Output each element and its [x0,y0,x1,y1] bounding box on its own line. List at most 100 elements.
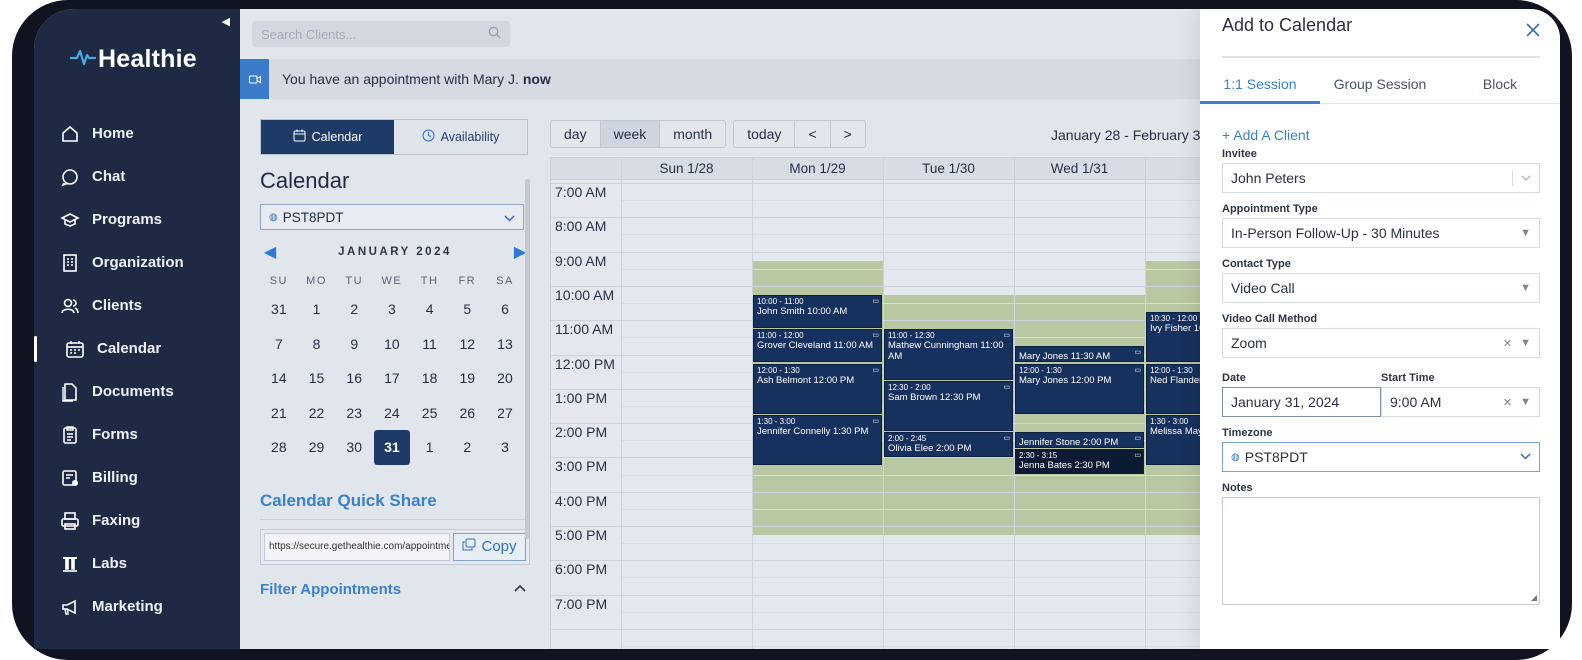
mini-calendar-day[interactable]: 7 [260,327,298,362]
appointment-event[interactable]: Jennifer Stone 2:00 PM ▭ [1015,432,1144,449]
prev-month-icon[interactable]: ◀ [260,242,280,262]
appointment-event[interactable]: Mary Jones 11:30 AM ▭ [1015,346,1144,363]
mini-calendar-day[interactable]: 5 [448,292,486,327]
mini-calendar-day[interactable]: 17 [373,361,411,396]
appointment-event[interactable]: 10:00 - 11:00 John Smith 10:00 AM ▭ [753,294,882,329]
mini-calendar-day[interactable]: 25 [411,396,449,431]
appointment-event[interactable]: 2:30 - 3:15 Jenna Bates 2:30 PM ▭ [1015,449,1144,474]
mini-calendar-day[interactable]: 19 [448,361,486,396]
search-input[interactable] [261,26,488,42]
appointment-event[interactable]: 2:00 - 2:45 Olivia Elee 2:00 PM ▭ [884,432,1013,457]
mini-calendar-day[interactable]: 1 [298,292,336,327]
mini-calendar-day[interactable]: 3 [486,430,524,465]
mini-calendar-day[interactable]: 27 [486,396,524,431]
calendar-side-panel: Calendar Availability Calendar ◍ PST8PDT [260,119,530,649]
sidebar-item-forms[interactable]: Forms [34,413,240,456]
sidebar-item-programs[interactable]: Programs [34,198,240,241]
start-time-select[interactable]: 9:00 AM ✕ ▼ [1381,387,1540,417]
mini-calendar-day[interactable]: 29 [298,430,336,465]
view-month-button[interactable]: month [660,121,725,147]
add-client-link[interactable]: + Add A Client [1222,127,1540,143]
resize-handle-icon[interactable]: ◢ [1531,593,1537,602]
view-day-button[interactable]: day [551,121,601,147]
search-icon[interactable] [488,26,501,42]
mini-calendar-day[interactable]: 30 [335,430,373,465]
mini-calendar-day[interactable]: 21 [260,396,298,431]
date-input[interactable]: January 31, 2024 [1222,387,1381,417]
modal-timezone-select[interactable]: ◍ PST8PDT [1222,442,1540,472]
filter-appointments-toggle[interactable]: Filter Appointments [260,581,530,598]
sidebar-item-calendar[interactable]: Calendar [34,327,240,370]
mini-calendar-day[interactable]: 3 [373,292,411,327]
mini-calendar-day[interactable]: 13 [486,327,524,362]
availability-segment[interactable]: Availability [394,120,527,154]
appointment-event[interactable]: 12:00 - 1:30 Mary Jones 12:00 PM ▭ [1015,363,1144,414]
day-column-header: Tue 1/30 [922,161,975,176]
calendar-segment[interactable]: Calendar [261,120,394,154]
contact-type-select[interactable]: Video Call ▼ [1222,273,1540,303]
mini-calendar-day[interactable]: 22 [298,396,336,431]
event-name: Mary Jones 12:00 PM [1019,374,1112,386]
clear-icon[interactable]: ✕ [1503,396,1512,409]
mini-calendar-day[interactable]: 26 [448,396,486,431]
sidebar-item-labs[interactable]: Labs [34,542,240,585]
collapse-sidebar-icon[interactable]: ◀ [222,15,230,28]
close-icon[interactable] [1526,22,1540,42]
mini-calendar-day[interactable]: 28 [260,430,298,465]
notes-textarea[interactable]: ◢ [1222,497,1540,605]
mini-calendar-day[interactable]: 11 [411,327,449,362]
mini-calendar-day[interactable]: 4 [411,292,449,327]
timezone-select[interactable]: ◍ PST8PDT [260,204,524,230]
appointment-event[interactable]: 11:00 - 12:00 Grover Cleveland 11:00 AM ▭ [753,329,882,363]
mini-calendar-grid: SU MO TU WE TH FR SA 31 1 2 3 4 5 6 7 8 9 10 11 12 13 14 15 16 1… [260,270,530,465]
selected-day[interactable]: 31 [374,430,410,465]
view-week-button[interactable]: week [600,121,661,147]
video-call-method-select[interactable]: Zoom ✕ ▼ [1222,328,1540,358]
sidebar-item-billing[interactable]: Billing [34,456,240,499]
mini-calendar-day[interactable]: 1 [411,430,449,465]
appointment-event[interactable]: 12:00 - 1:30 Ash Belmont 12:00 PM ▭ [753,363,882,414]
logo[interactable]: Healthie [69,45,197,74]
tab-group-session[interactable]: Group Session [1320,64,1440,103]
time-slot-label: 7:00 AM [555,184,607,200]
sidebar-item-organization[interactable]: Organization [34,241,240,284]
next-week-button[interactable]: > [831,121,865,147]
share-url-field[interactable]: https://secure.gethealthie.com/appointme… [264,532,450,561]
sidebar-item-chat[interactable]: Chat [34,155,240,198]
prev-week-button[interactable]: < [795,121,831,147]
mini-calendar-day[interactable]: 31 [260,292,298,327]
sidebar-item-marketing[interactable]: Marketing [34,585,240,628]
sidebar-item-home[interactable]: Home [34,112,240,155]
calendar-toolbar: day week month today < > [550,120,866,148]
sidebar-item-clients[interactable]: Clients [34,284,240,327]
mini-calendar-day[interactable]: 20 [486,361,524,396]
mini-calendar-day[interactable]: 18 [411,361,449,396]
mini-calendar-day[interactable]: 24 [373,396,411,431]
mini-calendar-day[interactable]: 2 [335,292,373,327]
side-panel-scrollbar[interactable] [525,179,530,539]
mini-calendar-day[interactable]: 12 [448,327,486,362]
appointment-event[interactable]: 1:30 - 3:00 Jennifer Connelly 1:30 PM ▭ [753,414,882,466]
mini-calendar-day[interactable]: 10 [373,327,411,362]
mini-calendar-day[interactable]: 23 [335,396,373,431]
invitee-select[interactable]: John Peters [1222,163,1540,193]
mini-calendar-day[interactable]: 8 [298,327,336,362]
copy-button[interactable]: Copy [453,532,526,561]
appointment-event[interactable]: 12:30 - 2:00 Sam Brown 12:30 PM ▭ [884,380,1013,432]
mini-calendar-day[interactable]: 15 [298,361,336,396]
mini-calendar-day[interactable]: 6 [486,292,524,327]
mini-calendar-day[interactable]: 9 [335,327,373,362]
mini-calendar-day[interactable]: 16 [335,361,373,396]
sidebar-item-faxing[interactable]: Faxing [34,499,240,542]
sidebar-item-documents[interactable]: Documents [34,370,240,413]
mini-calendar-day[interactable]: 14 [260,361,298,396]
tab-one-on-one-session[interactable]: 1:1 Session [1200,64,1320,104]
clear-icon[interactable]: ✕ [1503,337,1512,350]
appointment-type-select[interactable]: In-Person Follow-Up - 30 Minutes ▼ [1222,218,1540,248]
mini-calendar-day[interactable]: 2 [448,430,486,465]
tab-block[interactable]: Block [1440,64,1560,103]
appointment-event[interactable]: 11:00 - 12:30 Mathew Cunningham 11:00 AM ▭ [884,329,1013,380]
today-button[interactable]: today [734,121,796,147]
appointment-banner[interactable]: You have an appointment with Mary J. now [240,59,1220,99]
search-bar[interactable] [252,21,510,47]
